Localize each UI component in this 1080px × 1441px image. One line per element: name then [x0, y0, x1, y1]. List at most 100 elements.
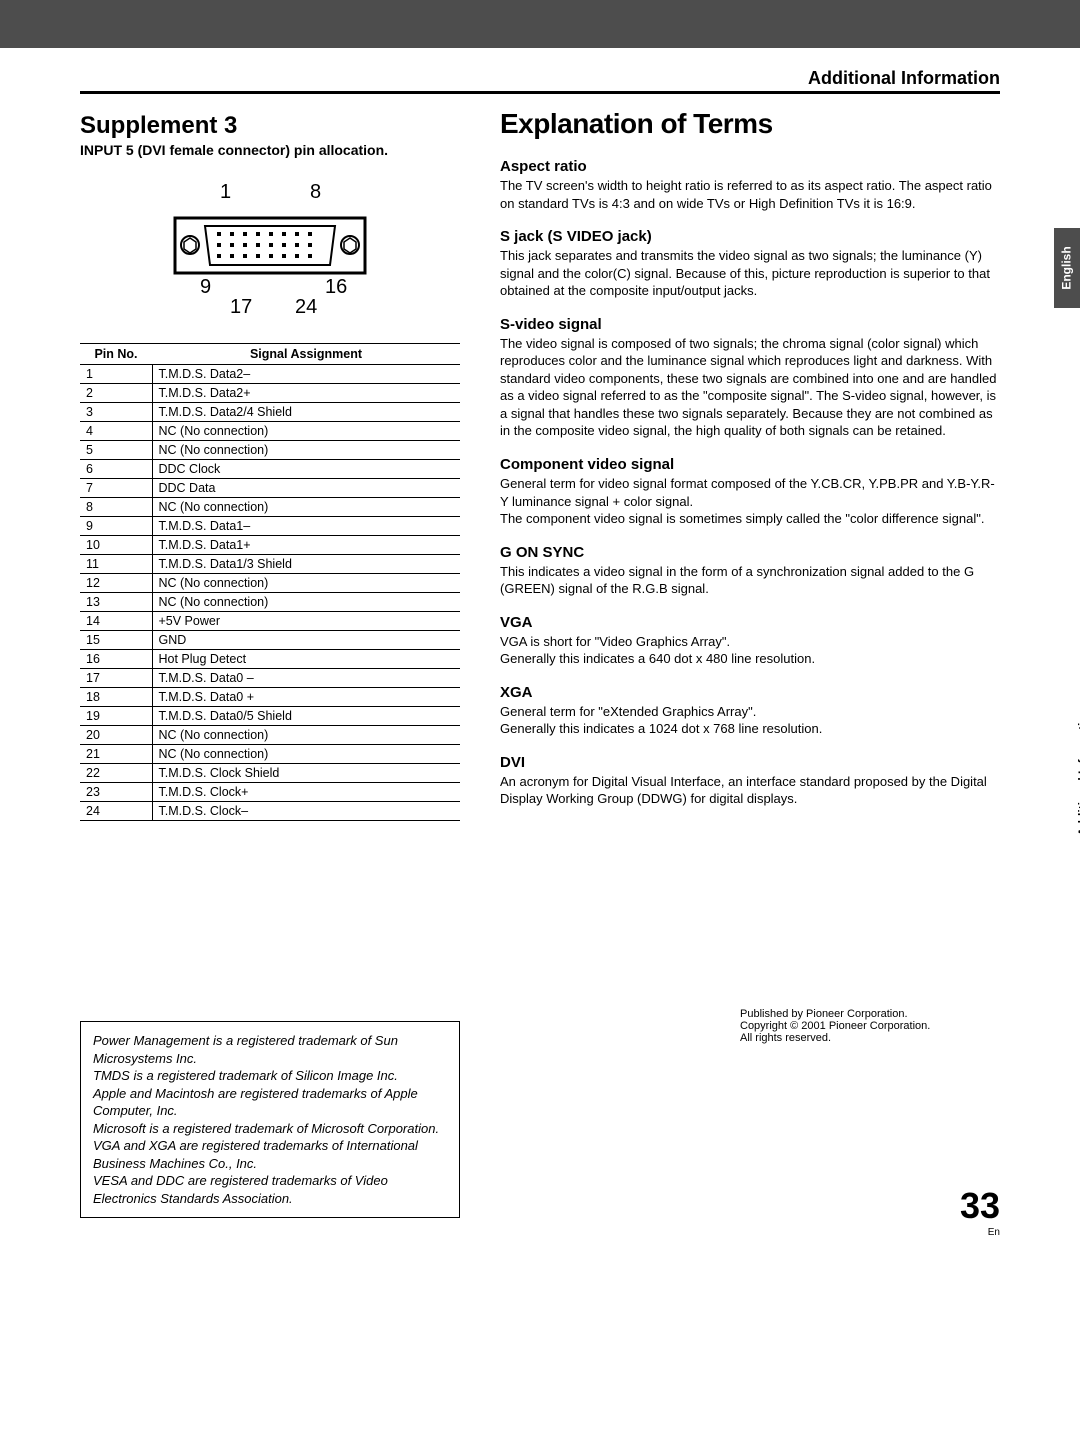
- pin-signal: T.M.D.S. Data2–: [152, 365, 460, 384]
- table-row: 16Hot Plug Detect: [80, 650, 460, 669]
- term-body: General term for video signal format com…: [500, 475, 1000, 528]
- pin-signal: NC (No connection): [152, 441, 460, 460]
- term-heading: S jack (S VIDEO jack): [500, 228, 1000, 245]
- page-number-lang: En: [960, 1227, 1000, 1238]
- pin-signal: NC (No connection): [152, 422, 460, 441]
- term-body: VGA is short for "Video Graphics Array".…: [500, 633, 1000, 668]
- table-row: 17T.M.D.S. Data0 –: [80, 669, 460, 688]
- table-row: 8NC (No connection): [80, 498, 460, 517]
- pin-signal: NC (No connection): [152, 498, 460, 517]
- page-number-value: 33: [960, 1185, 1000, 1226]
- pin-no: 15: [80, 631, 152, 650]
- section-header: Additional Information: [80, 68, 1000, 94]
- pin-no: 17: [80, 669, 152, 688]
- table-row: 15GND: [80, 631, 460, 650]
- pin-signal: Hot Plug Detect: [152, 650, 460, 669]
- pin-table: Pin No. Signal Assignment 1T.M.D.S. Data…: [80, 343, 460, 821]
- pin-no: 4: [80, 422, 152, 441]
- pin-no: 1: [80, 365, 152, 384]
- pin-label-16: 16: [325, 276, 347, 298]
- pin-signal: DDC Data: [152, 479, 460, 498]
- table-row: 12NC (No connection): [80, 574, 460, 593]
- table-row: 5NC (No connection): [80, 441, 460, 460]
- table-row: 24T.M.D.S. Clock–: [80, 802, 460, 821]
- term-body: The TV screen's width to height ratio is…: [500, 177, 1000, 212]
- pin-no: 24: [80, 802, 152, 821]
- pin-signal: NC (No connection): [152, 593, 460, 612]
- table-row: 23T.M.D.S. Clock+: [80, 783, 460, 802]
- pin-no: 18: [80, 688, 152, 707]
- left-column: Supplement 3 INPUT 5 (DVI female connect…: [80, 104, 460, 1218]
- pin-no: 19: [80, 707, 152, 726]
- term-heading: DVI: [500, 754, 1000, 771]
- table-row: 10T.M.D.S. Data1+: [80, 536, 460, 555]
- term-body: An acronym for Digital Visual Interface,…: [500, 773, 1000, 808]
- pin-no: 14: [80, 612, 152, 631]
- supplement-title: Supplement 3: [80, 112, 460, 140]
- trademarks-box: Power Management is a registered tradema…: [80, 1021, 460, 1218]
- pin-table-head-signal: Signal Assignment: [152, 344, 460, 365]
- term-heading: Component video signal: [500, 456, 1000, 473]
- table-row: 20NC (No connection): [80, 726, 460, 745]
- pin-signal: T.M.D.S. Data0 +: [152, 688, 460, 707]
- table-row: 22T.M.D.S. Clock Shield: [80, 764, 460, 783]
- pin-signal: +5V Power: [152, 612, 460, 631]
- pin-signal: T.M.D.S. Data1+: [152, 536, 460, 555]
- pin-no: 8: [80, 498, 152, 517]
- term-heading: VGA: [500, 614, 1000, 631]
- pin-signal: DDC Clock: [152, 460, 460, 479]
- pin-label-9: 9: [200, 276, 211, 298]
- pin-no: 9: [80, 517, 152, 536]
- page: English Additional Information Additiona…: [0, 48, 1080, 1258]
- pin-signal: NC (No connection): [152, 574, 460, 593]
- dvi-connector-diagram: 1 8 9 17 24 16: [60, 178, 480, 323]
- table-row: 13NC (No connection): [80, 593, 460, 612]
- pin-no: 6: [80, 460, 152, 479]
- table-row: 11T.M.D.S. Data1/3 Shield: [80, 555, 460, 574]
- pin-label-1: 1: [220, 181, 231, 203]
- pin-label-24: 24: [295, 296, 317, 318]
- table-row: 7DDC Data: [80, 479, 460, 498]
- page-number: 33 En: [960, 1185, 1000, 1238]
- top-bar: [0, 0, 1080, 48]
- language-tab: English: [1054, 228, 1080, 308]
- right-column: Explanation of Terms Aspect ratio The TV …: [500, 104, 1000, 1218]
- pin-signal: T.M.D.S. Clock–: [152, 802, 460, 821]
- term-heading: Aspect ratio: [500, 158, 1000, 175]
- pin-label-8: 8: [310, 181, 321, 203]
- pin-signal: T.M.D.S. Data2/4 Shield: [152, 403, 460, 422]
- side-section-label: Additional Information: [1076, 708, 1080, 836]
- pin-signal: T.M.D.S. Data1–: [152, 517, 460, 536]
- pin-no: 3: [80, 403, 152, 422]
- pin-signal: GND: [152, 631, 460, 650]
- term-body: General term for "eXtended Graphics Arra…: [500, 703, 1000, 738]
- pin-no: 2: [80, 384, 152, 403]
- pin-no: 12: [80, 574, 152, 593]
- pin-signal: T.M.D.S. Data0/5 Shield: [152, 707, 460, 726]
- table-row: 14+5V Power: [80, 612, 460, 631]
- pin-no: 5: [80, 441, 152, 460]
- term-body: This indicates a video signal in the for…: [500, 563, 1000, 598]
- term-body: The video signal is composed of two sign…: [500, 335, 1000, 440]
- pin-no: 11: [80, 555, 152, 574]
- pin-signal: NC (No connection): [152, 726, 460, 745]
- pin-signal: NC (No connection): [152, 745, 460, 764]
- term-body: This jack separates and transmits the vi…: [500, 247, 1000, 300]
- pin-table-head-no: Pin No.: [80, 344, 152, 365]
- term-heading: G ON SYNC: [500, 544, 1000, 561]
- table-row: 9T.M.D.S. Data1–: [80, 517, 460, 536]
- pin-no: 7: [80, 479, 152, 498]
- publisher-info: Published by Pioneer Corporation. Copyri…: [740, 1008, 1000, 1044]
- table-row: 3T.M.D.S. Data2/4 Shield: [80, 403, 460, 422]
- table-row: 19T.M.D.S. Data0/5 Shield: [80, 707, 460, 726]
- supplement-subtitle: INPUT 5 (DVI female connector) pin alloc…: [80, 142, 460, 158]
- pin-signal: T.M.D.S. Data0 –: [152, 669, 460, 688]
- table-row: 6DDC Clock: [80, 460, 460, 479]
- table-row: 2T.M.D.S. Data2+: [80, 384, 460, 403]
- pin-signal: T.M.D.S. Data1/3 Shield: [152, 555, 460, 574]
- pin-no: 23: [80, 783, 152, 802]
- pin-no: 22: [80, 764, 152, 783]
- pin-no: 21: [80, 745, 152, 764]
- pin-signal: T.M.D.S. Clock+: [152, 783, 460, 802]
- terms-title: Explanation of Terms: [500, 108, 1000, 140]
